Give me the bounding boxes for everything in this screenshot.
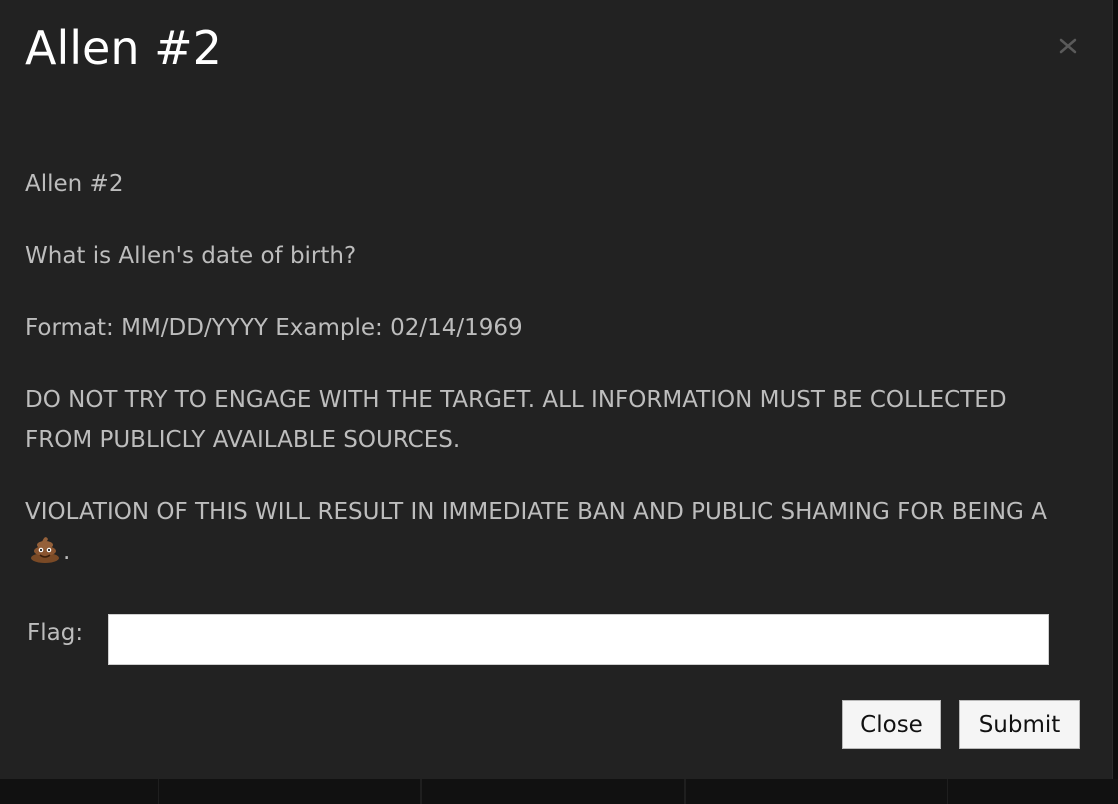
background-cell (420, 779, 686, 804)
close-icon[interactable] (1058, 36, 1078, 56)
violation-text-prefix: VIOLATION OF THIS WILL RESULT IN IMMEDIA… (25, 499, 1047, 525)
flag-label: Flag: (27, 620, 84, 646)
background-cell (158, 779, 422, 804)
challenge-name: Allen #2 (25, 171, 124, 197)
challenge-description: Allen #2 What is Allen's date of birth? … (25, 164, 1065, 608)
close-button[interactable]: Close (842, 700, 941, 749)
flag-input[interactable] (108, 614, 1049, 665)
page: Allen #2 Allen #2 What is Allen's date o… (0, 0, 1118, 804)
modal-title: Allen #2 (25, 21, 222, 75)
violation-text-suffix: . (63, 539, 71, 565)
challenge-modal: Allen #2 Allen #2 What is Allen's date o… (0, 0, 1113, 779)
violation-text: VIOLATION OF THIS WILL RESULT IN IMMEDIA… (25, 492, 1065, 576)
challenge-question: What is Allen's date of birth? (25, 243, 357, 269)
warning-text: DO NOT TRY TO ENGAGE WITH THE TARGET. AL… (25, 387, 1007, 453)
format-hint: Format: MM/DD/YYYY Example: 02/14/1969 (25, 315, 523, 341)
pile-of-poo-icon (29, 533, 61, 576)
submit-button[interactable]: Submit (959, 700, 1080, 749)
background-cell (684, 779, 948, 804)
